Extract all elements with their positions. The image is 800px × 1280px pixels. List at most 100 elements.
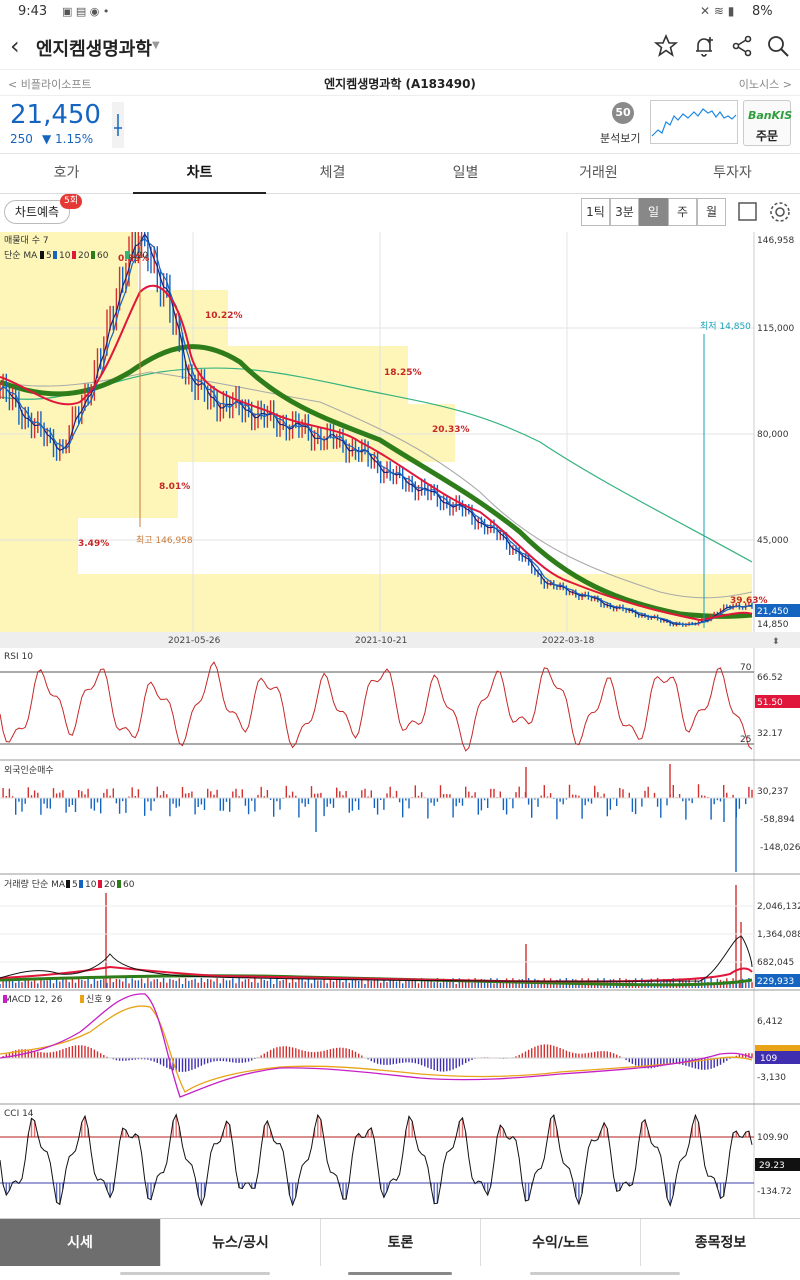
band-pct-3: 20.33%: [432, 425, 470, 435]
price-change: 250: [10, 132, 33, 146]
nav-news[interactable]: 뉴스/공시: [160, 1219, 320, 1267]
period-month[interactable]: 월: [697, 198, 726, 226]
rsi-line: [0, 661, 753, 752]
price-change-pct: ▼ 1.15%: [42, 132, 94, 146]
cci-tick-1: 109.90: [757, 1133, 789, 1143]
analysis-score-badge[interactable]: 50: [612, 102, 634, 124]
gear-icon[interactable]: [768, 200, 792, 224]
tab-orderbook[interactable]: 호가: [0, 154, 133, 194]
stock-navigator: < 비플라이소프트 엔지켐생명과학 (A183490) 이노시스 >: [0, 70, 800, 96]
signal-line: [0, 1005, 753, 1093]
rsi-level-70-label: 70: [740, 663, 752, 673]
current-price-tag-label: 21,450: [757, 607, 789, 617]
macd-value-label: 109: [760, 1054, 777, 1064]
macd-line: [0, 993, 753, 1098]
star-icon[interactable]: [654, 34, 678, 58]
tab-daily[interactable]: 일별: [399, 154, 532, 194]
order-button[interactable]: BanKIS 주문: [743, 100, 792, 146]
period-1tick[interactable]: 1틱: [581, 198, 610, 226]
rsi-value-label: 51.50: [757, 698, 783, 708]
checkbox-icon[interactable]: [738, 202, 758, 222]
volume-ma20: [0, 965, 753, 983]
back-icon[interactable]: ‹: [10, 32, 20, 60]
rsi-tick-2: 32.17: [757, 729, 783, 739]
macd-legend-swatch: [3, 995, 7, 1003]
high-annotation: 최고 146,958: [136, 535, 193, 546]
nav-handle: [530, 1272, 680, 1275]
tab-investors[interactable]: 투자자: [665, 154, 800, 194]
foreign-tick-1: 30,237: [757, 787, 789, 797]
alarm-add-icon[interactable]: [692, 34, 716, 58]
nav-stock-info[interactable]: 종목정보: [640, 1219, 800, 1267]
tab-chart[interactable]: 차트: [133, 154, 266, 194]
chart-canvas[interactable]: 최고 146,958 최저 14,850 10.22% 18.25% 20.33…: [0, 211, 800, 1218]
macd-tick-2: -3,130: [757, 1073, 786, 1083]
svg-text:146,958: 146,958: [757, 236, 794, 246]
order-label: 주문: [756, 129, 779, 143]
svg-text:2021-10-21: 2021-10-21: [355, 636, 407, 646]
notification-icons: ▣ ▤ ◉ •: [62, 5, 110, 18]
period-3min[interactable]: 3분: [610, 198, 639, 226]
low-annotation: 최저 14,850: [700, 321, 751, 332]
svg-text:20: 20: [78, 251, 90, 261]
next-stock-link[interactable]: 이노시스 >: [739, 76, 792, 92]
tab-bar: 호가 차트 체결 일별 거래원 투자자: [0, 154, 800, 194]
svg-text:80,000: 80,000: [757, 430, 789, 440]
status-time: 9:43: [18, 4, 48, 19]
foreign-buy-bars: [2, 764, 753, 798]
svg-text:20: 20: [104, 880, 116, 890]
volume-profile-bands: [0, 232, 752, 632]
tab-trades[interactable]: 체결: [266, 154, 399, 194]
chevron-down-icon[interactable]: ▼: [152, 40, 160, 51]
cci-title: CCI 14: [4, 1109, 34, 1119]
rsi-title: RSI 10: [4, 652, 33, 662]
sparkline-chart[interactable]: [650, 100, 738, 144]
svg-text:5: 5: [72, 880, 78, 890]
nav-handle: [348, 1272, 452, 1275]
cci-line: [0, 1113, 753, 1208]
analysis-button[interactable]: 분석보기: [600, 130, 640, 146]
band-pct-1: 10.22%: [205, 311, 243, 321]
volume-tick-3: 682,045: [757, 958, 794, 968]
tab-brokers[interactable]: 거래원: [532, 154, 665, 194]
macd-title: MACD 12, 26: [4, 995, 63, 1005]
stock-code-title: 엔지켐생명과학 (A183490): [324, 77, 476, 91]
band-pct-5: 3.49%: [78, 539, 109, 549]
price-summary: 21,450 250 ▼ 1.15% 50 분석보기 BanKIS 주문: [0, 96, 800, 154]
rsi-level-25-label: 25: [740, 735, 751, 745]
signal-icons: ✕ ≋ ▮: [700, 4, 735, 18]
share-icon[interactable]: [730, 34, 754, 58]
nav-quote[interactable]: 시세: [0, 1219, 160, 1267]
volume-tick-2: 1,364,088: [757, 930, 800, 940]
stock-title[interactable]: 엔지켐생명과학: [36, 35, 152, 61]
macd-tick-1: 6,412: [757, 1017, 783, 1027]
macd-hist-up: [2, 1044, 753, 1058]
nav-handle: [120, 1272, 270, 1275]
volume-tick-1: 2,046,132: [757, 902, 800, 912]
cci-value-label: 29.23: [759, 1161, 785, 1171]
pane-resize-icon[interactable]: ⬍: [772, 637, 780, 647]
signal-legend: 신호 9: [86, 994, 111, 1005]
svg-text:5: 5: [46, 251, 52, 261]
svg-text:2022-03-18: 2022-03-18: [542, 636, 595, 646]
system-nav-bar: [0, 1266, 800, 1280]
svg-text:10: 10: [85, 880, 97, 890]
app-header: ‹ 엔지켐생명과학 ▼: [0, 24, 800, 70]
svg-text:115,000: 115,000: [757, 324, 794, 334]
search-icon[interactable]: [766, 34, 790, 58]
svg-text:60: 60: [123, 880, 135, 890]
volume-value-label: 229,933: [757, 977, 794, 987]
mini-candle-icon: [112, 102, 124, 148]
cci-tick-2: -134.72: [757, 1187, 792, 1197]
svg-text:14,850: 14,850: [757, 620, 789, 630]
status-bar: 9:43 ▣ ▤ ◉ • ✕ ≋ ▮ 8%: [0, 0, 800, 24]
band-pct-2: 18.25%: [384, 368, 422, 378]
period-week[interactable]: 주: [668, 198, 697, 226]
svg-text:10: 10: [59, 251, 71, 261]
period-day[interactable]: 일: [639, 198, 668, 226]
nav-discussion[interactable]: 토론: [320, 1219, 480, 1267]
rsi-tick-1: 66.52: [757, 673, 783, 683]
stock-chart[interactable]: 최고 146,958 최저 14,850 10.22% 18.25% 20.33…: [0, 211, 800, 1218]
macd-hist-down: [109, 1058, 731, 1072]
nav-profit-note[interactable]: 수익/노트: [480, 1219, 640, 1267]
